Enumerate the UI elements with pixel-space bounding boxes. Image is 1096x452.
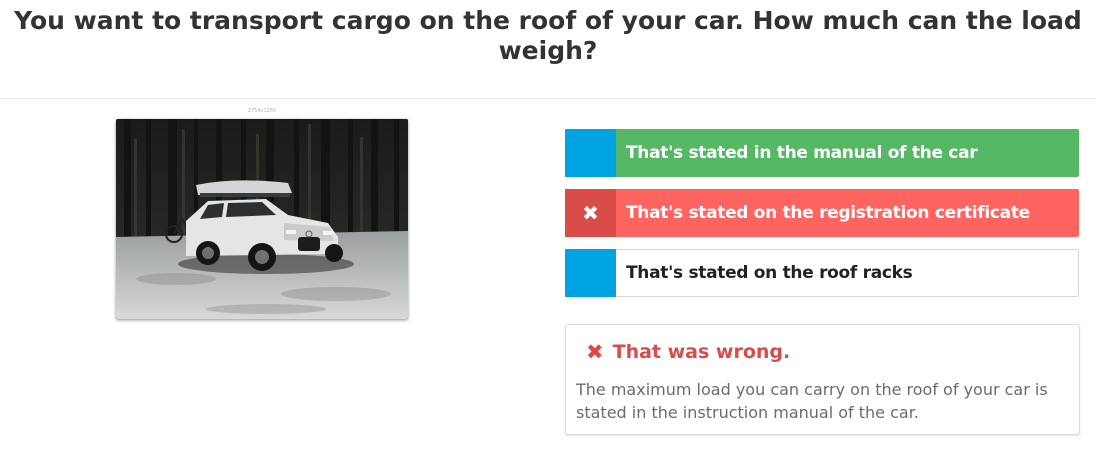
feedback-header: ✖ That was wrong. [586,341,790,363]
answer-label: That's stated on the registration certif… [626,203,1030,223]
feedback-explanation: The maximum load you can carry on the ro… [576,380,1048,422]
question-image [116,119,408,319]
feedback-panel: ✖ That was wrong. The maximum load you c… [565,324,1080,435]
answer-label: That's stated on the roof racks [626,263,913,283]
header-divider [0,98,1096,99]
answer-option-roof-racks[interactable]: That's stated on the roof racks [565,249,1079,297]
feedback-title: That was wrong. [612,341,791,363]
answer-label: That's stated in the manual of the car [626,143,978,163]
wrong-x-icon: ✖ [586,339,604,364]
wrong-x-icon: ✖ [565,189,616,237]
car-with-roof-box-photo [116,119,408,319]
question-title: You want to transport cargo on the roof … [14,6,1082,65]
answer-marker [565,129,616,177]
answer-option-manual[interactable]: That's stated in the manual of the car [565,129,1079,177]
answer-option-registration[interactable]: ✖ That's stated on the registration cert… [565,189,1079,237]
image-caption: 2754x1255 [247,108,277,114]
answer-marker [565,249,616,297]
